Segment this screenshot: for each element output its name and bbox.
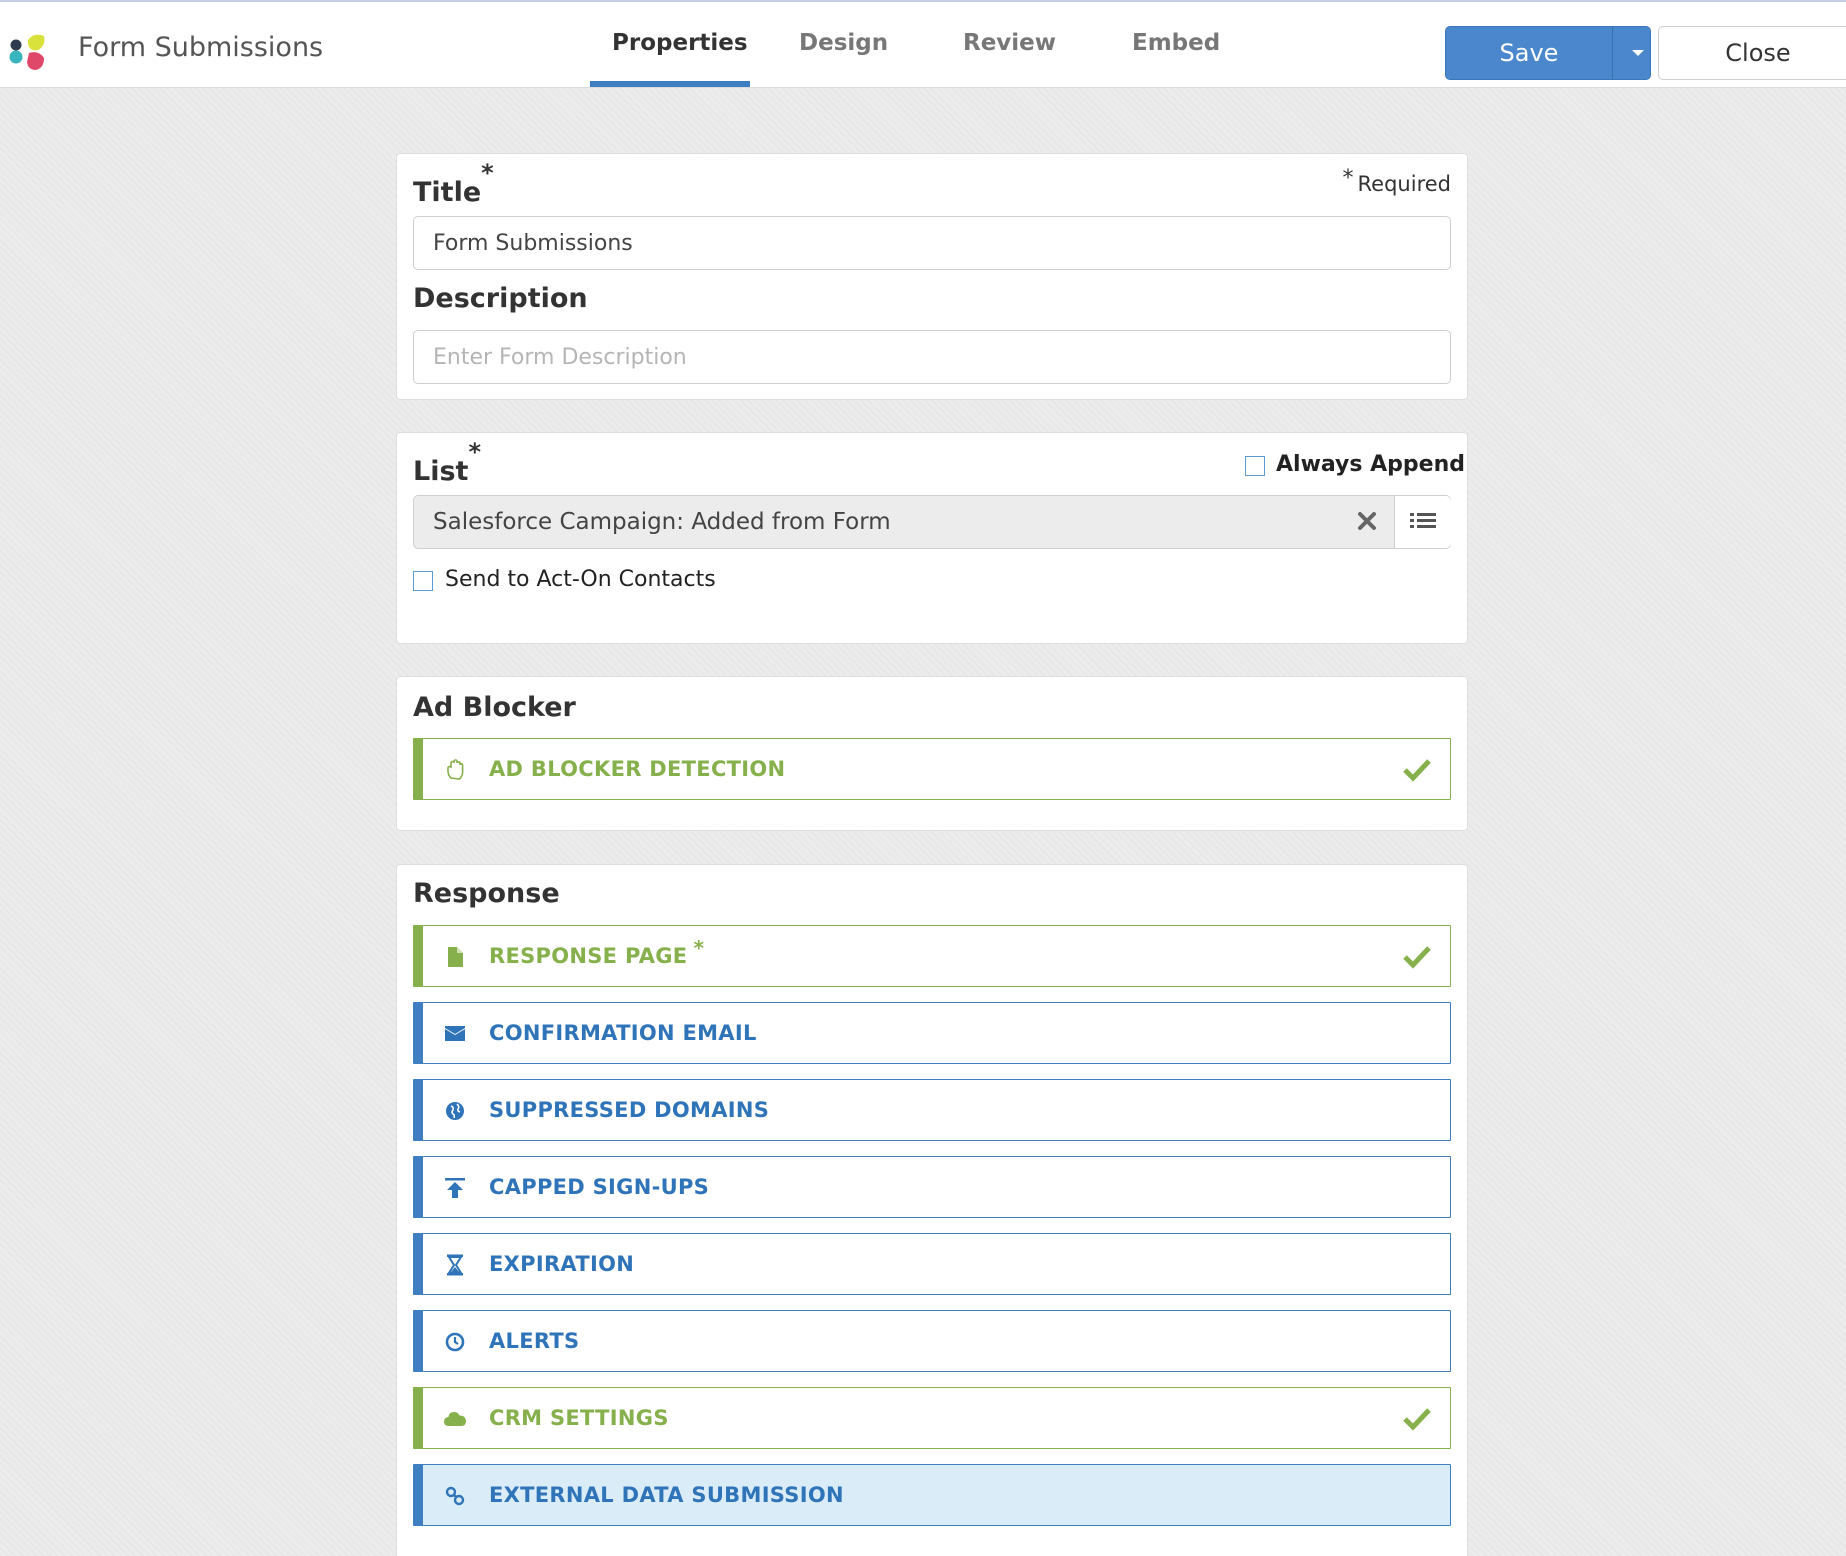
required-asterisk: *	[693, 936, 705, 960]
list-label: List*	[413, 438, 481, 487]
tab-properties[interactable]: Properties	[612, 30, 748, 56]
ad-blocker-title: Ad Blocker	[413, 692, 576, 723]
title-label: Title*	[413, 159, 494, 208]
browse-lists-button[interactable]	[1394, 496, 1451, 548]
active-tab-indicator	[590, 81, 750, 87]
cloud-icon	[444, 1412, 466, 1426]
row-label: ALERTS	[489, 1329, 580, 1353]
required-asterisk: *	[468, 438, 481, 466]
globe-icon	[446, 1102, 464, 1120]
send-to-contacts-label[interactable]: Send to Act-On Contacts	[445, 567, 716, 592]
list-card: List* Always Append Salesforce Campaign:…	[396, 432, 1468, 644]
row-label: EXTERNAL DATA SUBMISSION	[489, 1483, 844, 1507]
app-logo	[9, 34, 45, 70]
file-icon	[448, 947, 463, 967]
suppressed-domains-row[interactable]: SUPPRESSED DOMAINS	[413, 1079, 1451, 1141]
confirmation-email-row[interactable]: CONFIRMATION EMAIL	[413, 1002, 1451, 1064]
link-icon	[445, 1486, 465, 1506]
save-button-divider	[1612, 27, 1613, 79]
description-input[interactable]	[413, 330, 1451, 384]
row-label: SUPPRESSED DOMAINS	[489, 1098, 770, 1122]
ad-blocker-detection-row[interactable]: AD BLOCKER DETECTION	[413, 738, 1451, 800]
app-title: Form Submissions	[78, 32, 324, 63]
row-label: CAPPED SIGN-UPS	[489, 1175, 710, 1199]
always-append-checkbox[interactable]	[1245, 456, 1265, 476]
alerts-row[interactable]: ALERTS	[413, 1310, 1451, 1372]
title-card: Title* *Required Description	[396, 153, 1468, 400]
envelope-icon	[445, 1026, 465, 1041]
save-button[interactable]: Save	[1445, 26, 1651, 80]
hourglass-icon	[447, 1254, 463, 1276]
tab-design[interactable]: Design	[799, 30, 888, 56]
description-label: Description	[413, 283, 588, 314]
send-to-contacts-checkbox[interactable]	[413, 571, 433, 591]
tab-review[interactable]: Review	[963, 30, 1056, 56]
response-page-row[interactable]: RESPONSE PAGE *	[413, 925, 1451, 987]
always-append-label[interactable]: Always Append	[1276, 452, 1465, 477]
list-icon	[1410, 513, 1436, 528]
row-label: RESPONSE PAGE *	[489, 936, 705, 968]
hand-icon	[447, 759, 464, 780]
row-label: AD BLOCKER DETECTION	[489, 757, 786, 781]
save-button-label: Save	[1499, 39, 1559, 67]
list-select[interactable]: Salesforce Campaign: Added from Form	[413, 495, 1451, 549]
crm-settings-row[interactable]: CRM SETTINGS	[413, 1387, 1451, 1449]
response-card: Response RESPONSE PAGE * CONFIRMATION EMA…	[396, 864, 1468, 1556]
top-bar: Form Submissions Properties Design Revie…	[0, 0, 1846, 88]
row-label: CRM SETTINGS	[489, 1406, 669, 1430]
checkmark-icon	[1403, 1408, 1431, 1431]
ad-blocker-card: Ad Blocker AD BLOCKER DETECTION	[396, 676, 1468, 831]
external-data-submission-row[interactable]: EXTERNAL DATA SUBMISSION	[413, 1464, 1451, 1526]
checkmark-icon	[1403, 759, 1431, 782]
selected-list-value: Salesforce Campaign: Added from Form	[433, 509, 891, 535]
close-button[interactable]: Close	[1658, 26, 1846, 80]
title-input[interactable]	[413, 216, 1451, 270]
capped-signups-row[interactable]: CAPPED SIGN-UPS	[413, 1156, 1451, 1218]
row-label: CONFIRMATION EMAIL	[489, 1021, 757, 1045]
checkmark-icon	[1403, 946, 1431, 969]
arrow-up-icon	[445, 1178, 465, 1198]
chevron-down-icon[interactable]	[1632, 50, 1644, 56]
clear-icon[interactable]	[1354, 508, 1380, 534]
response-title: Response	[413, 878, 560, 909]
row-label: EXPIRATION	[489, 1252, 635, 1276]
required-asterisk: *	[481, 159, 494, 187]
tab-embed[interactable]: Embed	[1132, 30, 1220, 56]
expiration-row[interactable]: EXPIRATION	[413, 1233, 1451, 1295]
clock-icon	[445, 1332, 465, 1352]
required-note: * Required	[1342, 166, 1451, 196]
